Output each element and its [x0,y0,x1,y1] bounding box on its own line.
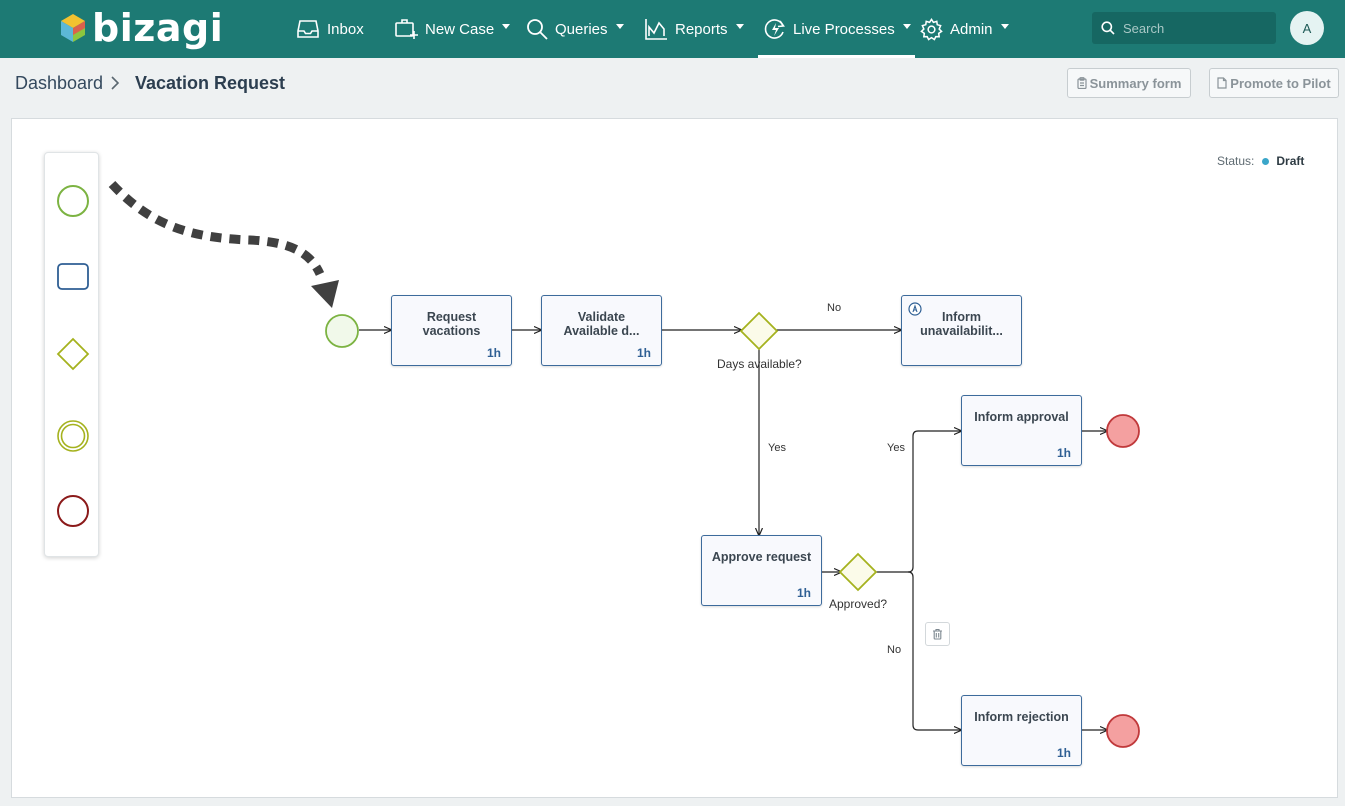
task-inform-rejection[interactable]: Inform rejection 1h [961,695,1082,766]
flow-label-approved-no: No [887,644,902,656]
flow-approved-no [907,571,961,730]
task-name: Approve request [711,550,812,564]
task-name: Inform rejection [974,710,1069,724]
gateway-label-approved: Approved? [829,597,888,611]
task-inform-approval[interactable]: Inform approval 1h [961,395,1082,466]
task-name: Inform approval [974,410,1069,424]
task-duration: 1h [636,346,651,360]
task-approve-request[interactable]: Approve request 1h [701,535,822,606]
task-duration: 1h [486,346,501,360]
flow-label-approved-yes: Yes [887,442,905,454]
drag-hint-arrow [108,180,325,277]
gateway-days-available[interactable] [739,311,779,351]
gateway-label-days-available: Days available? [717,357,802,371]
task-validate-available[interactable]: Validate Available d... 1h [541,295,662,366]
drag-hint-arrowhead [311,280,339,308]
start-event[interactable] [325,314,359,348]
delete-connector-button[interactable] [925,622,950,646]
task-inform-unavailability[interactable]: Inform unavailabilit... [901,295,1022,366]
task-request-vacations[interactable]: Request vacations 1h [391,295,512,366]
end-event-approval[interactable] [1106,414,1140,448]
task-name: Request vacations [422,310,481,338]
task-name: Validate Available d... [563,310,640,338]
gateway-approved[interactable] [838,552,878,592]
end-event-rejection[interactable] [1106,714,1140,748]
task-duration: 1h [1056,446,1071,460]
trash-icon [933,628,942,640]
task-duration: 1h [1056,746,1071,760]
process-diagram [108,180,1140,748]
task-duration: 1h [796,586,811,600]
flow-label-days-no: No [827,302,842,314]
task-name: Inform unavailabilit... [920,310,1003,338]
flow-label-days-yes: Yes [768,442,786,454]
